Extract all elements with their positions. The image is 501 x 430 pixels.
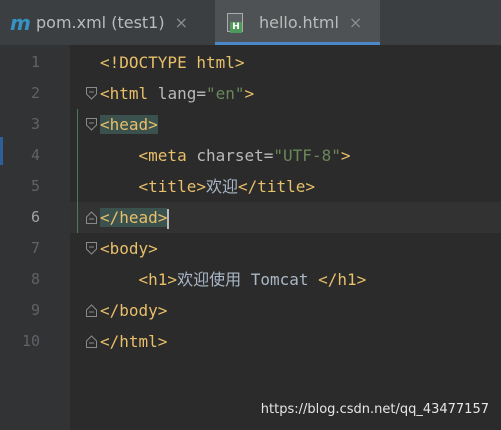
fold-close-icon[interactable] — [86, 304, 97, 317]
tag-open: <h1> — [138, 270, 178, 289]
fold-open-icon[interactable] — [86, 87, 97, 100]
tag-open: <title> — [138, 177, 206, 196]
fold-open-icon[interactable] — [86, 242, 97, 255]
editor-tab-bar: m pom.xml (test1) × H hello.html × — [0, 0, 501, 45]
tag-close: > — [244, 84, 255, 103]
watermark-url: https://blog.csdn.net/qq_43477157 — [260, 402, 489, 417]
body-close-tag: </body> — [100, 301, 168, 320]
code-editor[interactable]: <!DOCTYPE html> <html lang="en"> <head> … — [0, 45, 501, 430]
code-line-6: </head> — [100, 202, 170, 233]
code-line-2: <html lang="en"> — [100, 78, 254, 109]
code-line-4: <meta charset="UTF-8"> — [100, 140, 351, 171]
head-close-tag-matched: </head> — [100, 208, 168, 227]
attribute-value: "UTF-8" — [273, 146, 341, 165]
code-line-3: <head> — [100, 109, 158, 140]
close-icon[interactable]: × — [349, 13, 362, 32]
tag-close: </title> — [237, 177, 316, 196]
code-line-10: </html> — [100, 326, 167, 357]
attribute-name: lang= — [148, 84, 206, 103]
close-icon[interactable]: × — [175, 13, 188, 32]
indent-guide — [77, 109, 78, 233]
code-line-1: <!DOCTYPE html> — [100, 47, 245, 78]
fold-close-icon[interactable] — [86, 335, 97, 348]
tag-open: <meta — [138, 146, 187, 165]
tab-pom-xml[interactable]: m pom.xml (test1) × — [10, 0, 188, 45]
code-line-5: <title>欢迎</title> — [100, 171, 316, 202]
text-content: 欢迎使用 Tomcat — [177, 270, 319, 289]
attribute-name: charset= — [186, 146, 274, 165]
attribute-value: "en" — [205, 84, 245, 103]
code-line-9: </body> — [100, 295, 167, 326]
tab-label: hello.html — [259, 13, 339, 32]
maven-m-icon: m — [10, 10, 31, 35]
text-content: 欢迎 — [205, 177, 238, 196]
fold-close-icon[interactable] — [86, 211, 97, 224]
doctype-tag: <!DOCTYPE html> — [100, 53, 245, 72]
html-close-tag: </html> — [100, 332, 168, 351]
tab-hello-html[interactable]: H hello.html × — [215, 0, 380, 45]
text-caret — [167, 208, 170, 229]
tab-label: pom.xml (test1) — [36, 13, 165, 32]
body-open-tag: <body> — [100, 239, 158, 258]
code-line-7: <body> — [100, 233, 158, 264]
tag-open: <html — [100, 84, 149, 103]
code-line-8: <h1>欢迎使用 Tomcat </h1> — [100, 264, 367, 295]
tag-close: > — [340, 146, 351, 165]
tag-close: </h1> — [318, 270, 367, 289]
html-file-icon: H — [227, 12, 249, 33]
fold-open-icon[interactable] — [86, 118, 97, 131]
head-open-tag-matched: <head> — [100, 115, 158, 134]
